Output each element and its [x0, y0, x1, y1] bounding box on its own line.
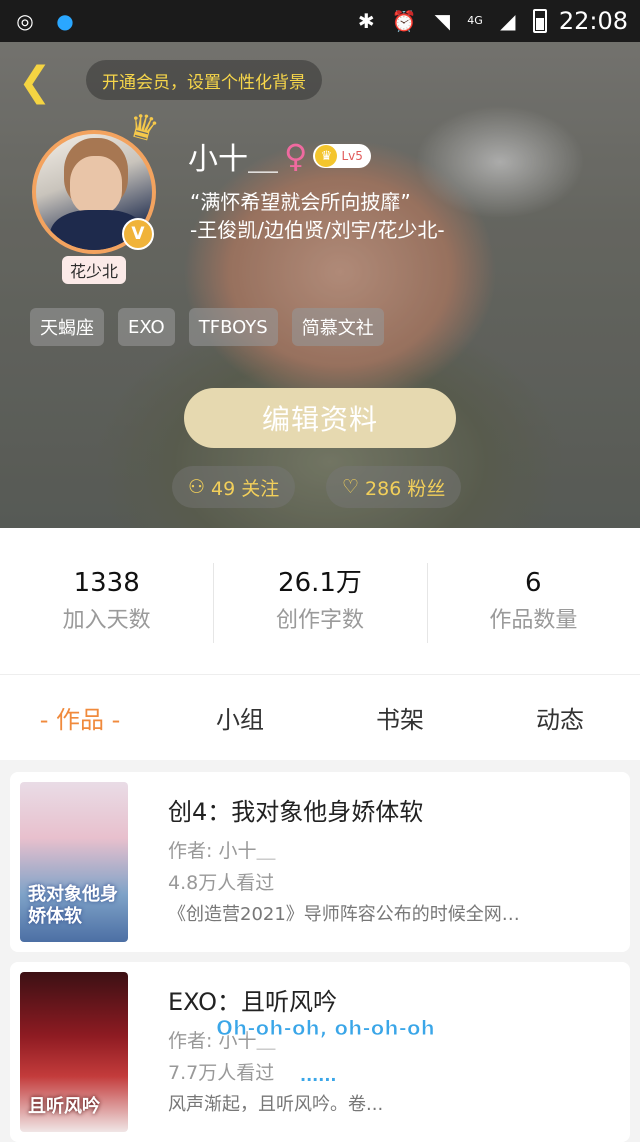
username: 小十＿: [188, 142, 278, 177]
tab-groups[interactable]: 小组: [160, 700, 320, 735]
following-button[interactable]: ⚇ 49 关注: [172, 466, 296, 508]
work-views: 7.7万人看过: [168, 1062, 275, 1084]
heart-icon: ♡: [342, 476, 360, 498]
wifi-icon: ◥: [434, 9, 450, 33]
vip-background-tip[interactable]: 开通会员，设置个性化背景: [86, 60, 322, 100]
following-label: 49 关注: [211, 477, 280, 500]
book-cover: 且听风吟: [20, 972, 128, 1132]
cover-text: 我对象他身娇体软: [28, 884, 118, 927]
tab-bar: - 作品 - 小组 书架 动态: [0, 674, 640, 760]
tab-activity[interactable]: 动态: [480, 700, 640, 735]
avatar-face: [70, 156, 122, 214]
tag-list: 天蝎座 EXO TFBOYS 简慕文社: [30, 308, 384, 346]
fans-button[interactable]: ♡ 286 粉丝: [326, 466, 462, 508]
level-text: Lv5: [341, 149, 363, 163]
bio: “满怀希望就会所向披靡” -王俊凯/边伯贤/刘宇/花少北-: [190, 188, 630, 244]
edit-profile-button[interactable]: 编辑资料: [184, 388, 456, 448]
signal-icon: ◢: [500, 9, 516, 33]
list-item[interactable]: 我对象他身娇体软 创4：我对象他身娇体软 作者: 小十＿ 4.8万人看过 《创造…: [10, 772, 630, 952]
bio-line-1: “满怀希望就会所向披靡”: [190, 190, 411, 214]
work-description: 风声渐起，且听风吟。卷...: [168, 1094, 384, 1115]
status-bar: ◎ ● ✱ ⏰ ◥ 4G ◢ 22:08: [0, 0, 640, 42]
level-badge: ♛ Lv5: [313, 144, 371, 168]
stat-join-days: 1338 加入天数: [0, 563, 213, 639]
stat-value: 26.1万: [278, 568, 362, 598]
work-views: 4.8万人看过: [168, 872, 275, 894]
bluetooth-icon: ✱: [357, 9, 375, 33]
crown-icon: ♛: [123, 104, 164, 152]
tag[interactable]: 简慕文社: [291, 308, 384, 346]
work-title: EXO：且听风吟: [168, 988, 337, 1016]
alarm-icon: ⏰: [391, 9, 417, 33]
qq-icon: ●: [56, 9, 74, 33]
avatar-caption: 花少北: [62, 256, 127, 284]
stat-label: 创作字数: [275, 608, 364, 633]
tab-works[interactable]: - 作品 -: [0, 700, 160, 735]
network-label: 4G: [467, 14, 483, 27]
username-row: 小十＿ ♀ ♛ Lv5: [188, 134, 371, 178]
stat-value: 6: [525, 568, 542, 598]
lyric-dots: ......: [300, 1066, 337, 1085]
stat-label: 加入天数: [62, 608, 151, 633]
clock: 22:08: [558, 7, 628, 35]
cover-text: 且听风吟: [28, 1096, 100, 1117]
battery-icon: [532, 9, 547, 33]
tag[interactable]: EXO: [118, 308, 175, 346]
tab-bookshelf[interactable]: 书架: [320, 700, 480, 735]
stat-value: 1338: [73, 568, 140, 598]
work-title: 创4：我对象他身娇体软: [168, 798, 424, 826]
profile-header: ❮ 开通会员，设置个性化背景 ♛ V 花少北 小十＿ ♀ ♛ Lv5 “满怀希望…: [0, 42, 640, 528]
verified-badge: V: [122, 218, 154, 250]
work-description: 《创造营2021》导师阵容公布的时候全网…: [168, 904, 520, 925]
person-add-icon: ⚇: [188, 476, 206, 498]
work-author: 作者: 小十＿: [168, 840, 276, 862]
fans-label: 286 粉丝: [365, 477, 446, 500]
level-crown-icon: ♛: [315, 145, 338, 167]
book-cover: 我对象他身娇体软: [20, 782, 128, 942]
tag[interactable]: TFBOYS: [188, 308, 278, 346]
female-icon: ♀: [284, 137, 308, 175]
floating-lyric: Oh-oh-oh, oh-oh-oh: [216, 1016, 436, 1041]
list-item[interactable]: 且听风吟 EXO：且听风吟 作者: 小十＿ 7.7万人看过 风声渐起，且听风吟。…: [10, 962, 630, 1142]
bio-line-2: -王俊凯/边伯贤/刘宇/花少北-: [190, 218, 445, 242]
stats-row: 1338 加入天数 26.1万 创作字数 6 作品数量: [0, 528, 640, 674]
stat-word-count: 26.1万 创作字数: [213, 563, 426, 643]
stat-works-count: 6 作品数量: [426, 563, 640, 643]
back-arrow-icon[interactable]: ❮: [18, 62, 52, 102]
stat-label: 作品数量: [489, 608, 578, 633]
netease-music-icon: ◎: [16, 9, 34, 33]
tag[interactable]: 天蝎座: [30, 308, 104, 346]
